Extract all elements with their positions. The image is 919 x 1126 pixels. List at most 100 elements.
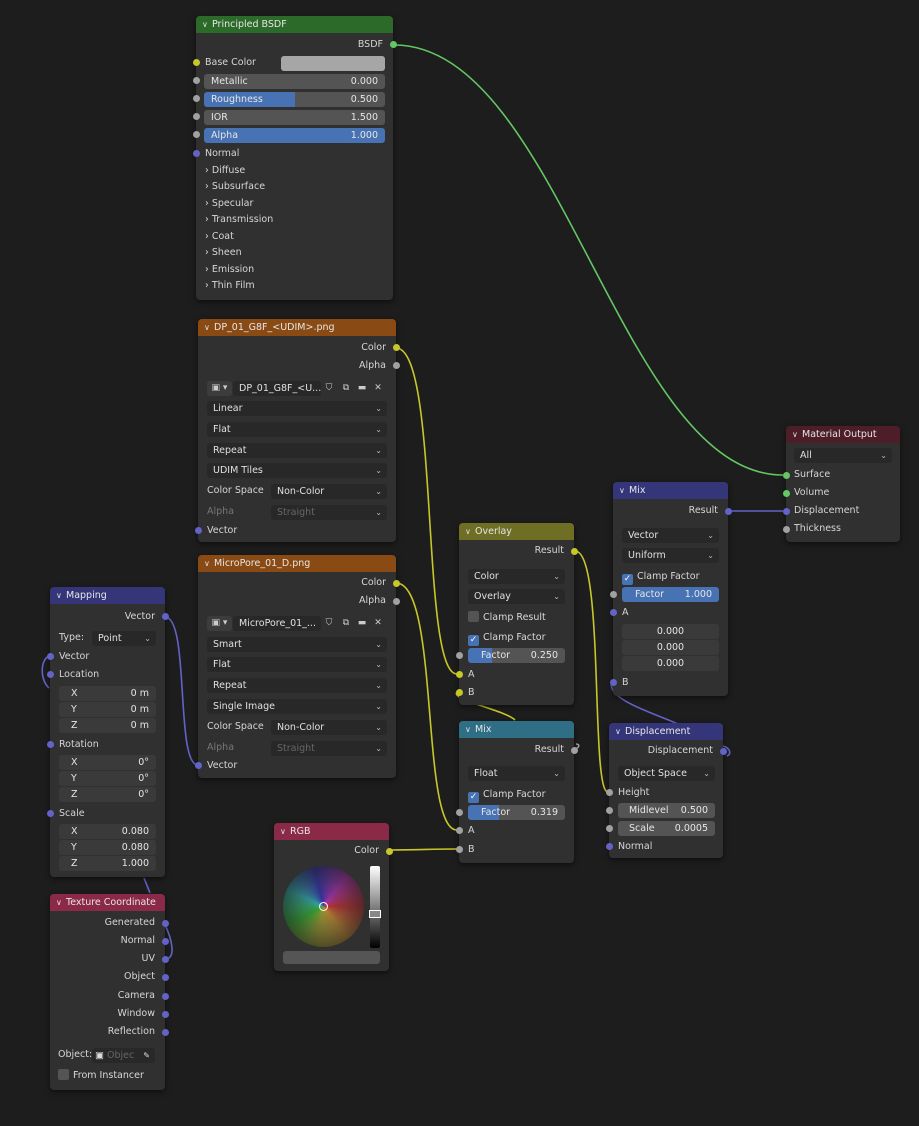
rotation-z-field[interactable]: Z 0° (59, 787, 156, 802)
vector-input-socket[interactable] (195, 527, 202, 534)
collapse-chevron-icon[interactable]: ∨ (615, 723, 625, 740)
object-output-socket[interactable] (162, 974, 169, 981)
a-input-socket[interactable] (456, 671, 463, 678)
color-space-dropdown[interactable]: Non-Color ⌄ (271, 720, 387, 735)
b-input-socket[interactable] (456, 689, 463, 696)
result-output-socket[interactable] (725, 508, 732, 515)
open-folder-icon[interactable]: ▬ (354, 381, 370, 396)
a-input-socket[interactable] (456, 827, 463, 834)
roughness-field[interactable]: Roughness 0.500 (204, 92, 385, 107)
height-socket[interactable] (606, 789, 613, 796)
base-color-socket[interactable] (193, 59, 200, 66)
collapse-chevron-icon[interactable]: ∨ (465, 721, 475, 738)
ior-field[interactable]: IOR 1.500 (204, 110, 385, 125)
rotation-socket[interactable] (47, 741, 54, 748)
normal-socket[interactable] (193, 150, 200, 157)
a-z-field[interactable]: 0.000 (622, 656, 719, 671)
data-type-dropdown[interactable]: Vector ⌄ (622, 528, 719, 543)
volume-socket[interactable] (783, 490, 790, 497)
camera-output-socket[interactable] (162, 993, 169, 1000)
image-name-field[interactable]: MicroPore_01_... (233, 616, 321, 631)
rotation-x-field[interactable]: X 0° (59, 755, 156, 770)
projection-dropdown[interactable]: Flat ⌄ (207, 657, 387, 672)
clamp-result-checkbox[interactable]: Clamp Result (468, 610, 546, 625)
mapping-header[interactable]: ∨ Mapping (50, 587, 165, 604)
target-dropdown[interactable]: All ⌄ (794, 448, 892, 463)
metallic-field[interactable]: Metallic 0.000 (204, 74, 385, 89)
data-type-dropdown[interactable]: Float ⌄ (468, 766, 565, 781)
image-texture-header[interactable]: ∨ MicroPore_01_D.png (198, 555, 396, 572)
image-texture-node-2[interactable]: ∨ MicroPore_01_D.png Color Alpha ▣ ▾ Micr… (195, 555, 400, 778)
alpha-field[interactable]: Alpha 1.000 (204, 128, 385, 143)
close-icon[interactable]: ✕ (370, 381, 386, 396)
displacement-node[interactable]: ∨ Displacement Displacement Object Space ⌄… (606, 723, 727, 858)
from-instancer-checkbox[interactable]: From Instancer (58, 1068, 144, 1083)
factor-socket[interactable] (456, 652, 463, 659)
fake-user-shield-icon[interactable]: ⛉ (321, 381, 337, 396)
open-folder-icon[interactable]: ▬ (354, 616, 370, 631)
collapse-chevron-icon[interactable]: ∨ (204, 319, 214, 336)
collapse-chevron-icon[interactable]: ∨ (202, 16, 212, 33)
collapse-chevron-icon[interactable]: ∨ (56, 894, 66, 911)
thickness-socket[interactable] (783, 526, 790, 533)
displacement-output-socket[interactable] (720, 748, 727, 755)
mix-header[interactable]: ∨ Mix (459, 721, 574, 738)
factor-field[interactable]: Factor 1.000 (622, 587, 719, 602)
rotation-y-field[interactable]: Y 0° (59, 771, 156, 786)
collapse-chevron-icon[interactable]: ∨ (465, 523, 475, 540)
displacement-header[interactable]: ∨ Displacement (609, 723, 723, 740)
midlevel-field[interactable]: Midlevel 0.500 (618, 803, 715, 818)
material-output-node[interactable]: ∨ Material Output All ⌄ Surface Volume Dis… (783, 426, 900, 542)
image-browse-button[interactable]: ▣ ▾ (207, 381, 232, 396)
interpolation-dropdown[interactable]: Smart ⌄ (207, 637, 387, 652)
collapse-chevron-icon[interactable]: ∨ (619, 482, 629, 499)
color-space-dropdown[interactable]: Non-Color ⌄ (271, 484, 387, 499)
value-slider[interactable] (370, 866, 380, 948)
factor-mode-dropdown[interactable]: Uniform ⌄ (622, 548, 719, 563)
image-texture-node-1[interactable]: ∨ DP_01_G8F_<UDIM>.png Color Alpha ▣ ▾ DP… (195, 319, 400, 542)
roughness-socket[interactable] (193, 95, 200, 102)
panel-thin-film[interactable]: › Thin Film (205, 278, 255, 294)
principled-bsdf-node[interactable]: ∨ Principled BSDF BSDF Base Color Metalli… (193, 16, 397, 300)
vector-input-socket[interactable] (47, 653, 54, 660)
value-slider-handle[interactable] (369, 910, 381, 918)
blend-mode-dropdown[interactable]: Overlay ⌄ (468, 589, 565, 604)
uv-output-socket[interactable] (162, 956, 169, 963)
collapse-chevron-icon[interactable]: ∨ (792, 426, 802, 443)
duplicate-icon[interactable]: ⧉ (338, 616, 354, 631)
result-output-socket[interactable] (571, 747, 578, 754)
alpha-output-socket[interactable] (393, 362, 400, 369)
source-dropdown[interactable]: UDIM Tiles ⌄ (207, 463, 387, 478)
scale-x-field[interactable]: X 0.080 (59, 824, 156, 839)
normal-socket[interactable] (606, 843, 613, 850)
a-input-socket[interactable] (610, 609, 617, 616)
fake-user-shield-icon[interactable]: ⛉ (321, 616, 337, 631)
normal-output-socket[interactable] (162, 938, 169, 945)
source-dropdown[interactable]: Single Image ⌄ (207, 699, 387, 714)
scale-socket[interactable] (47, 810, 54, 817)
location-y-field[interactable]: Y 0 m (59, 702, 156, 717)
clamp-factor-checkbox[interactable]: ✓ Clamp Factor (468, 787, 545, 803)
mix-vector-node[interactable]: ∨ Mix Result Vector ⌄ Uniform ⌄ ✓ Clamp Fact… (610, 482, 732, 696)
midlevel-socket[interactable] (606, 807, 613, 814)
mix-header[interactable]: ∨ Mix (613, 482, 728, 499)
extension-dropdown[interactable]: Repeat ⌄ (207, 443, 387, 458)
duplicate-icon[interactable]: ⧉ (338, 381, 354, 396)
close-icon[interactable]: ✕ (370, 616, 386, 631)
clamp-factor-checkbox[interactable]: ✓ Clamp Factor (468, 630, 545, 646)
texture-coordinate-node[interactable]: ∨ Texture Coordinate Generated Normal UV … (50, 894, 169, 1090)
metallic-socket[interactable] (193, 77, 200, 84)
eyedropper-icon[interactable]: ✎ (143, 1048, 150, 1063)
material-output-header[interactable]: ∨ Material Output (786, 426, 900, 443)
panel-sheen[interactable]: › Sheen (205, 245, 242, 261)
base-color-swatch[interactable] (281, 56, 385, 71)
rgb-node[interactable]: ∨ RGB Color (274, 823, 393, 971)
vector-output-socket[interactable] (162, 613, 169, 620)
factor-socket[interactable] (610, 591, 617, 598)
scale-y-field[interactable]: Y 0.080 (59, 840, 156, 855)
projection-dropdown[interactable]: Flat ⌄ (207, 422, 387, 437)
collapse-chevron-icon[interactable]: ∨ (56, 587, 66, 604)
clamp-factor-checkbox[interactable]: ✓ Clamp Factor (622, 569, 699, 585)
scale-field[interactable]: Scale 0.0005 (618, 821, 715, 836)
b-input-socket[interactable] (456, 846, 463, 853)
